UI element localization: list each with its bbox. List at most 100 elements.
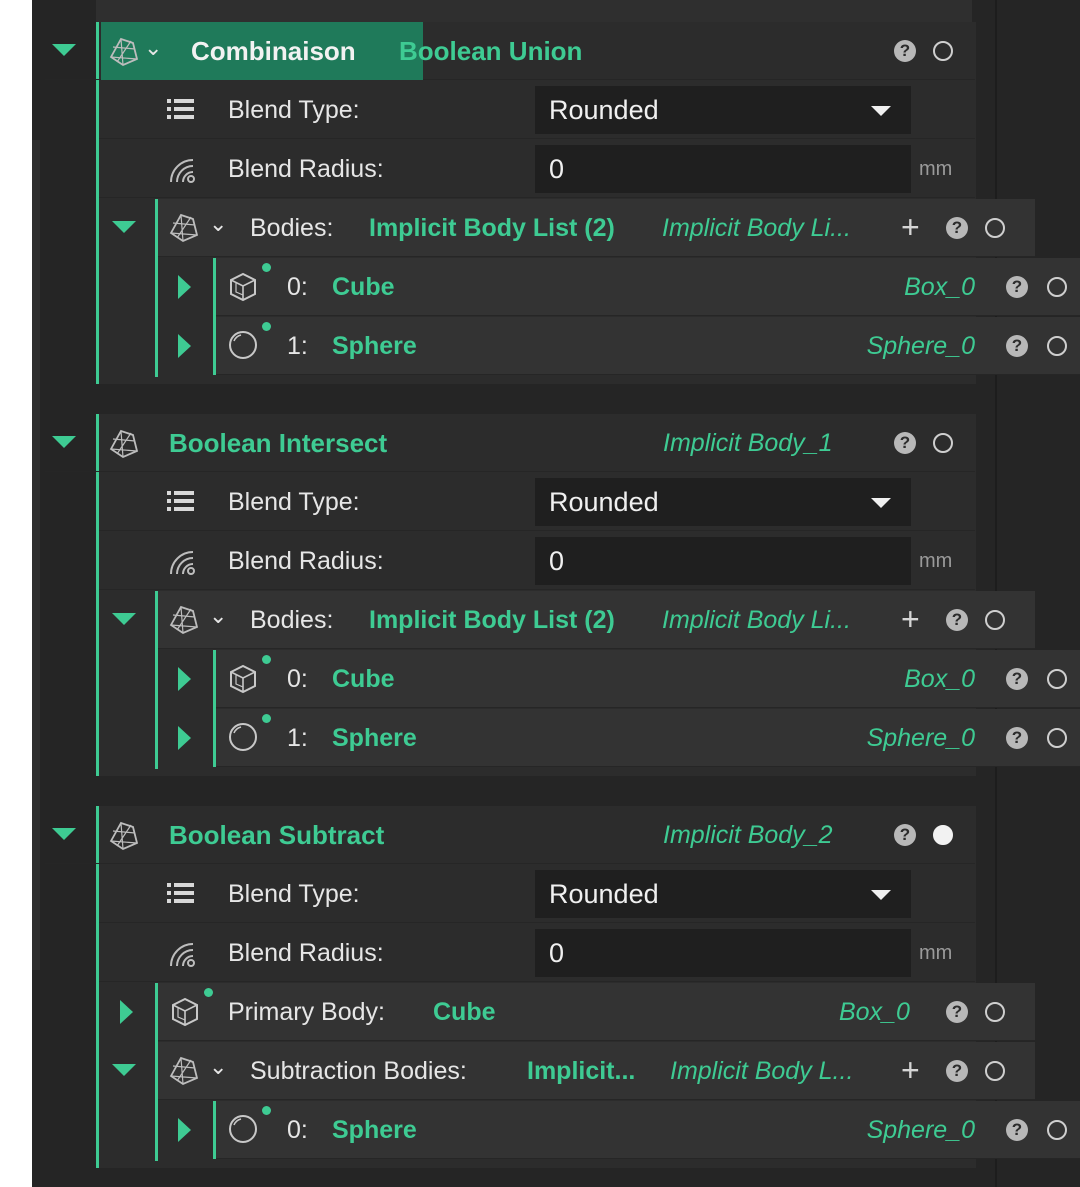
ring-icon[interactable] [1047, 277, 1067, 297]
ring-icon[interactable] [1047, 728, 1067, 748]
list-item[interactable]: 1: Sphere Sphere_0 ? [178, 317, 1080, 375]
primary-body-type[interactable]: Box_0 [839, 998, 910, 1027]
primary-body-name[interactable]: Cube [433, 998, 496, 1027]
expand-toggle[interactable] [178, 334, 191, 358]
group-name-label[interactable]: Combinaison [191, 36, 356, 67]
help-icon[interactable]: ? [894, 432, 916, 454]
help-icon[interactable]: ? [946, 1001, 968, 1023]
expand-toggle[interactable] [178, 1118, 191, 1142]
item-type[interactable]: Sphere_0 [867, 724, 975, 753]
item-name[interactable]: Cube [332, 273, 395, 302]
union-header-row[interactable]: ⌄ Combinaison Boolean Union ? [45, 22, 975, 80]
list-item[interactable]: 0: Sphere Sphere_0 ? [178, 1101, 1080, 1159]
group-type[interactable]: Implicit Body_1 [663, 429, 833, 458]
help-icon[interactable]: ? [1006, 727, 1028, 749]
primary-body-label: Primary Body: [228, 998, 385, 1026]
expand-toggle[interactable] [112, 221, 136, 233]
blend-radius-input[interactable]: 0 [535, 929, 911, 977]
chevron-down-icon[interactable]: ⌄ [209, 211, 227, 237]
plus-icon[interactable]: + [901, 211, 920, 243]
help-icon[interactable]: ? [1006, 668, 1028, 690]
expand-toggle[interactable] [120, 1000, 133, 1024]
ring-icon[interactable] [985, 1061, 1005, 1081]
help-icon[interactable]: ? [894, 824, 916, 846]
expand-toggle[interactable] [52, 44, 76, 56]
help-icon[interactable]: ? [1006, 276, 1028, 298]
tree-line [155, 199, 158, 377]
cube-icon [230, 273, 256, 301]
plus-icon[interactable]: + [901, 1054, 920, 1086]
item-name[interactable]: Sphere [332, 1116, 417, 1145]
help-icon[interactable]: ? [1006, 335, 1028, 357]
expand-toggle[interactable] [52, 436, 76, 448]
ring-filled-icon[interactable] [933, 825, 953, 845]
expand-toggle[interactable] [52, 828, 76, 840]
group-title[interactable]: Boolean Intersect [169, 428, 387, 459]
status-dot [262, 322, 271, 331]
item-type[interactable]: Sphere_0 [867, 332, 975, 361]
chevron-down-icon[interactable]: ⌄ [209, 1054, 227, 1080]
intersect-bodies-row[interactable]: ⌄ Bodies: Implicit Body List (2) Implici… [112, 591, 1035, 649]
ring-icon[interactable] [1047, 669, 1067, 689]
blend-type-dropdown[interactable]: Rounded [535, 478, 911, 526]
item-type[interactable]: Box_0 [904, 273, 975, 302]
chevron-down-icon[interactable]: ⌄ [144, 35, 162, 61]
item-name[interactable]: Cube [332, 665, 395, 694]
sphere-icon [229, 723, 257, 751]
bodies-label: Bodies: [250, 606, 334, 634]
ring-icon[interactable] [985, 218, 1005, 238]
ring-icon[interactable] [933, 41, 953, 61]
help-icon[interactable]: ? [946, 217, 968, 239]
primary-body-row[interactable]: Primary Body: Cube Box_0 ? [120, 983, 1035, 1041]
help-icon[interactable]: ? [946, 1060, 968, 1082]
expand-toggle[interactable] [178, 667, 191, 691]
bodies-value[interactable]: Implicit Body List (2) [369, 606, 615, 635]
status-dot [262, 1106, 271, 1115]
list-icon [167, 883, 194, 903]
ring-icon[interactable] [985, 1002, 1005, 1022]
unit-label: mm [919, 550, 953, 572]
ring-icon[interactable] [933, 433, 953, 453]
item-type[interactable]: Sphere_0 [867, 1116, 975, 1145]
help-icon[interactable]: ? [894, 40, 916, 62]
ring-icon[interactable] [985, 610, 1005, 630]
list-item[interactable]: 0: Cube Box_0 ? [178, 258, 1080, 316]
item-name[interactable]: Sphere [332, 332, 417, 361]
expand-toggle[interactable] [112, 1064, 136, 1076]
group-title[interactable]: Boolean Subtract [169, 820, 384, 851]
item-name[interactable]: Sphere [332, 724, 417, 753]
expand-toggle[interactable] [112, 613, 136, 625]
union-bodies-row[interactable]: ⌄ Bodies: Implicit Body List (2) Implici… [112, 199, 1035, 257]
bodies-type[interactable]: Implicit Body Li... [662, 214, 851, 243]
blend-type-dropdown[interactable]: Rounded [535, 870, 911, 918]
item-index: 0: [287, 665, 308, 693]
ring-icon[interactable] [1047, 1120, 1067, 1140]
item-index: 0: [287, 1116, 308, 1144]
blend-type-dropdown[interactable]: Rounded [535, 86, 911, 134]
bodies-type[interactable]: Implicit Body Li... [662, 606, 851, 635]
dropdown-arrow-icon [871, 106, 891, 116]
chevron-down-icon[interactable]: ⌄ [209, 603, 227, 629]
subtract-blend-radius-row: Blend Radius: 0 mm [99, 924, 975, 982]
subtraction-bodies-type[interactable]: Implicit Body L... [670, 1057, 853, 1086]
help-icon[interactable]: ? [946, 609, 968, 631]
plus-icon[interactable]: + [901, 603, 920, 635]
list-item[interactable]: 1: Sphere Sphere_0 ? [178, 709, 1080, 767]
list-item[interactable]: 0: Cube Box_0 ? [178, 650, 1080, 708]
subtraction-bodies-row[interactable]: ⌄ Subtraction Bodies: Implicit... Implic… [112, 1042, 1035, 1100]
group-type[interactable]: Implicit Body_2 [663, 821, 833, 850]
item-index: 1: [287, 724, 308, 752]
implicit-body-icon [170, 214, 198, 242]
intersect-header-row[interactable]: Boolean Intersect Implicit Body_1 ? [45, 414, 975, 472]
bodies-value[interactable]: Implicit Body List (2) [369, 214, 615, 243]
subtract-header-row[interactable]: Boolean Subtract Implicit Body_2 ? [45, 806, 975, 864]
help-icon[interactable]: ? [1006, 1119, 1028, 1141]
item-type[interactable]: Box_0 [904, 665, 975, 694]
blend-radius-input[interactable]: 0 [535, 537, 911, 585]
expand-toggle[interactable] [178, 275, 191, 299]
blend-type-label: Blend Type: [228, 96, 360, 124]
ring-icon[interactable] [1047, 336, 1067, 356]
expand-toggle[interactable] [178, 726, 191, 750]
subtraction-bodies-value[interactable]: Implicit... [527, 1057, 635, 1086]
blend-radius-input[interactable]: 0 [535, 145, 911, 193]
